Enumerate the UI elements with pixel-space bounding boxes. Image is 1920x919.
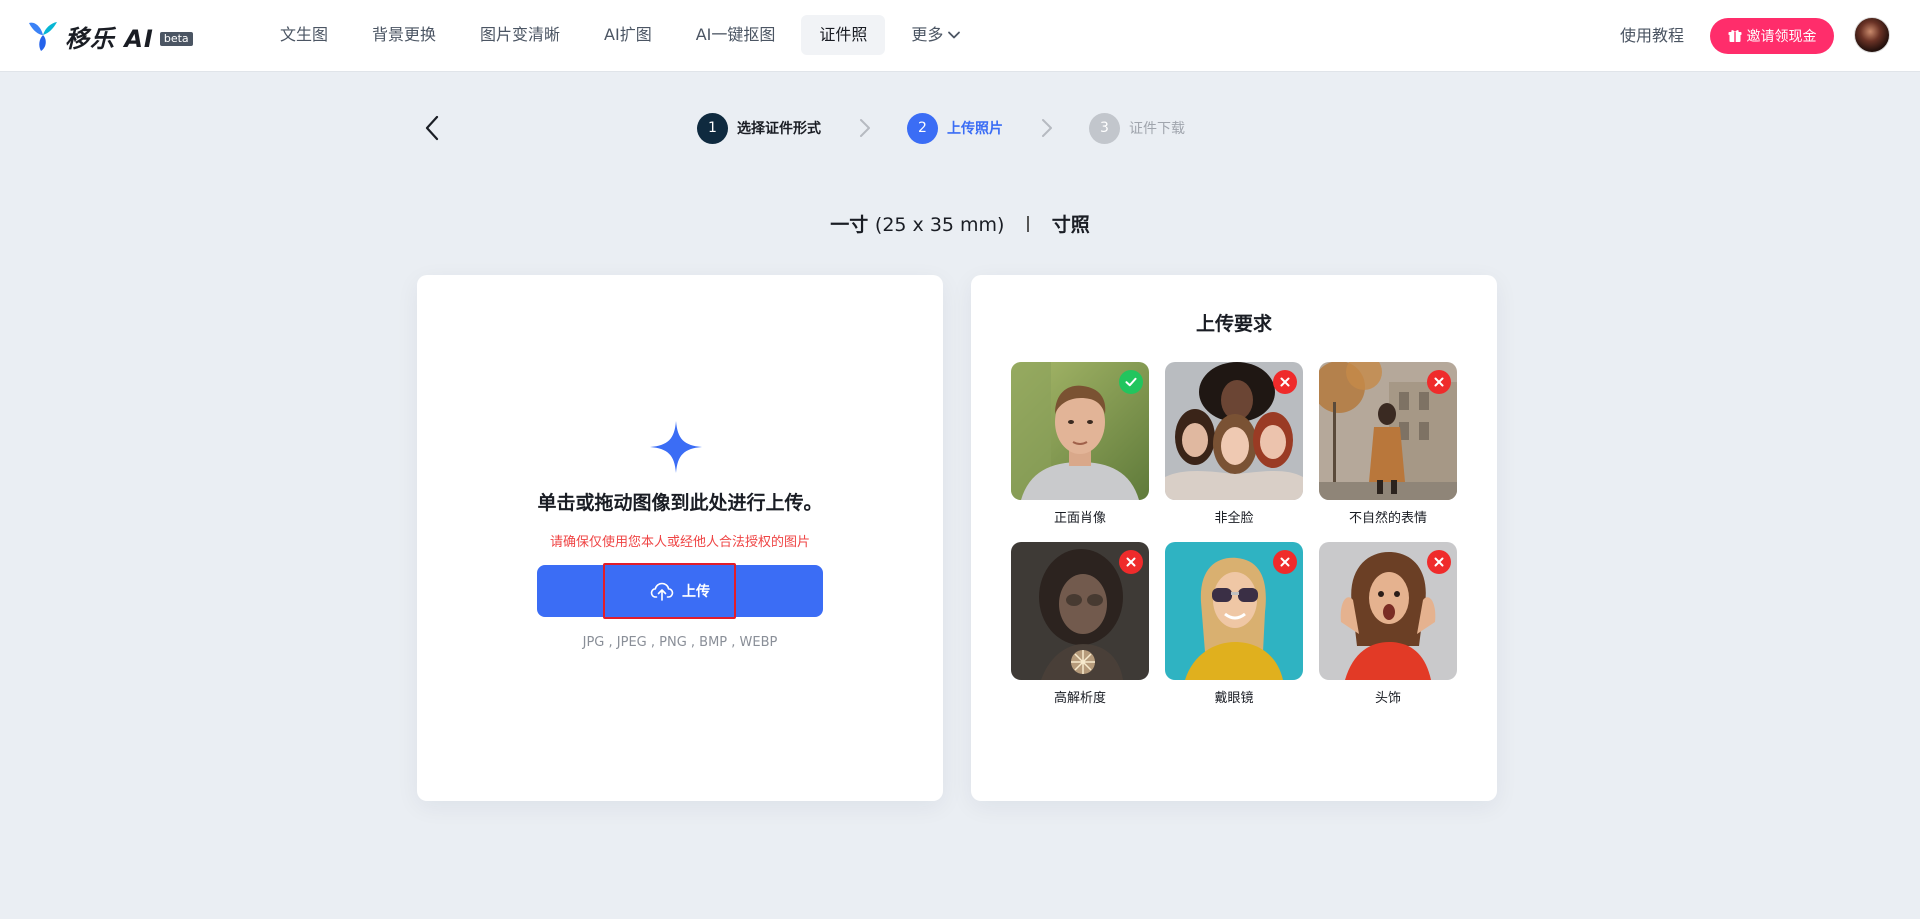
step-upload-photo: 2 上传照片 [907,112,1003,144]
nav-background-replace[interactable]: 背景更换 [354,15,454,55]
upload-button[interactable]: 上传 [537,563,823,619]
sparkle-icon [650,421,702,473]
example-label-unnatural-expression: 不自然的表情 [1348,511,1427,526]
upload-dropzone[interactable]: 单击或拖动图像到此处进行上传。 请确保仅使用您本人或经他人合法授权的图片 上传 … [417,275,943,801]
chevron-right-icon [860,119,870,137]
invite-cash-label: 邀请领现金 [1746,29,1817,45]
nav-text-to-image[interactable]: 文生图 [262,15,346,55]
upload-requirements-panel: 上传要求 正面肖像 非全脸 不自然的表情 高解析度 戴眼镜 头饰 [971,275,1497,801]
requirements-title: 上传要求 [1195,313,1272,335]
top-navigation-bar: 移乐 AI beta 文生图 背景更换 图片变清晰 AI扩图 AI一键抠图 证件… [0,0,1920,71]
step-number: 1 [697,112,728,144]
gift-icon [1728,30,1741,42]
example-label-glasses: 戴眼镜 [1214,691,1254,706]
cross-badge-icon [1427,550,1451,574]
cross-badge-icon [1119,550,1143,574]
example-label-frontal: 正面肖像 [1053,511,1106,526]
step-label: 选择证件形式 [737,121,821,137]
example-photo-blurry [1011,542,1149,680]
logo-text: 移乐 AI [65,24,154,53]
supported-formats: JPG , JPEG , PNG , BMP , WEBP [582,635,778,650]
nav-more-label: 更多 [911,25,944,44]
step-label: 上传照片 [947,121,1003,137]
chevron-right-icon [1042,119,1052,137]
nav-ai-outpaint[interactable]: AI扩图 [586,15,670,55]
step-select-format[interactable]: 1 选择证件形式 [697,112,821,144]
step-number: 3 [1089,112,1120,144]
nav-more[interactable]: 更多 [893,15,979,55]
spec-title: 一寸 (25 x 35 mm) 寸照 [0,210,1920,237]
example-photo-unnatural [1319,362,1457,500]
progress-steps: 1 选择证件形式 2 上传照片 3 证件下载 [697,112,1185,144]
upload-warning: 请确保仅使用您本人或经他人合法授权的图片 [549,535,810,550]
example-photo-group [1165,362,1303,500]
cross-badge-icon [1273,370,1297,394]
check-badge-icon [1119,370,1143,394]
invite-cash-button[interactable]: 邀请领现金 [1710,18,1834,54]
example-label-high-resolution: 高解析度 [1053,691,1106,706]
divider [1027,216,1030,232]
logo-mark-icon [29,22,57,51]
nav-image-enhance[interactable]: 图片变清晰 [462,15,578,55]
example-photo-glasses [1165,542,1303,680]
nav-id-photo[interactable]: 证件照 [801,15,886,55]
example-label-not-full-face: 非全脸 [1214,511,1254,526]
back-arrow-icon[interactable] [422,114,444,142]
spec-name: 一寸 [830,214,869,236]
spec-dimensions: (25 x 35 mm) [874,214,1005,236]
user-avatar[interactable] [1854,17,1890,53]
logo[interactable]: 移乐 AI beta [27,19,193,53]
example-photo-headwear [1319,542,1457,680]
cross-badge-icon [1427,370,1451,394]
step-download: 3 证件下载 [1089,112,1185,144]
beta-badge: beta [159,32,193,46]
highlight-box [603,563,736,619]
upload-instructions: 单击或拖动图像到此处进行上传。 [537,492,823,514]
chevron-down-icon [948,31,961,39]
example-label-headwear: 头饰 [1374,691,1401,706]
step-label: 证件下载 [1129,121,1185,137]
cross-badge-icon [1273,550,1297,574]
step-number: 2 [907,112,938,144]
tutorial-link[interactable]: 使用教程 [1620,25,1684,47]
nav-ai-cutout[interactable]: AI一键抠图 [678,15,794,55]
example-photo-frontal [1011,362,1149,500]
main-nav: 文生图 背景更换 图片变清晰 AI扩图 AI一键抠图 证件照 更多 [262,15,987,55]
spec-type: 寸照 [1051,214,1090,236]
